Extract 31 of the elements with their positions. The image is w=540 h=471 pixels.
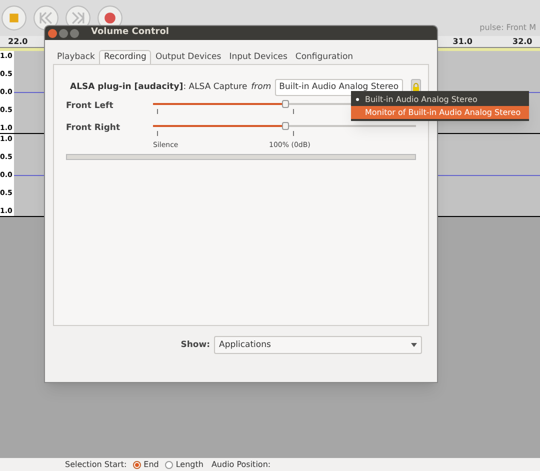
channel-label: Front Left	[66, 100, 114, 112]
tab[interactable]: Configuration	[291, 50, 358, 64]
slider-thumb[interactable]	[282, 122, 288, 130]
ruler-label: 22.0	[8, 36, 28, 48]
device-text: pulse: Front M	[480, 22, 536, 34]
show-dropdown[interactable]: Applications	[214, 336, 422, 354]
close-button[interactable]	[48, 28, 57, 38]
radio-label: Length	[176, 458, 204, 470]
audio-position-label: Audio Position:	[211, 458, 271, 470]
lock-icon	[412, 82, 420, 92]
tab[interactable]: Output Devices	[151, 50, 226, 64]
show-label: Show:	[180, 338, 210, 352]
tab[interactable]: Recording	[98, 50, 152, 64]
ruler-label: 31.0	[452, 36, 472, 48]
tab[interactable]: Playback	[53, 50, 99, 64]
dropdown-caret-icon	[411, 343, 417, 347]
window-title: Volume Control	[91, 26, 169, 40]
radio-button[interactable]	[132, 460, 141, 468]
stream-name: ALSA plug-in [audacity]: ALSA Capture	[70, 81, 248, 94]
radio-label: End	[144, 458, 159, 470]
from-label: from	[251, 81, 272, 94]
radio-button[interactable]	[164, 460, 173, 468]
selection-label: Selection Start:	[65, 458, 127, 470]
slider-thumb[interactable]	[282, 100, 288, 108]
maximize-button[interactable]	[70, 28, 79, 38]
tab[interactable]: Input Devices	[225, 50, 292, 64]
menu-item[interactable]: Built-in Audio Analog Stereo	[351, 93, 529, 106]
ruler-label: 32.0	[512, 36, 532, 48]
minimize-button[interactable]	[59, 28, 68, 38]
volume-slider[interactable]	[153, 122, 416, 130]
channel-label: Front Right	[66, 122, 122, 134]
